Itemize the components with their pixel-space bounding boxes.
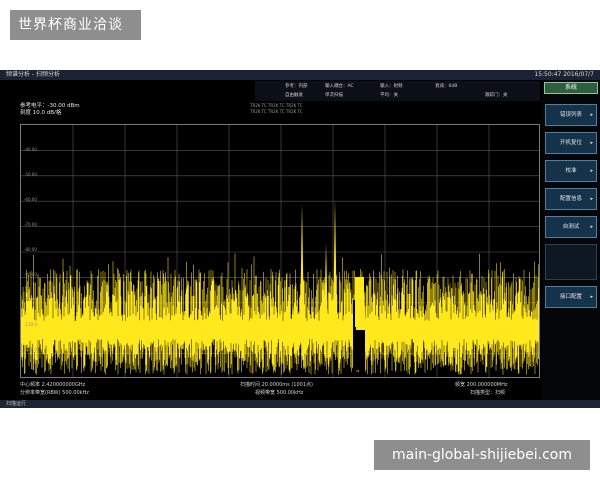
- calibration-button[interactable]: 校准 ▸: [545, 160, 597, 182]
- scale-readout: 刻度 10.0 dB/格: [20, 110, 62, 116]
- arrow-icon: ▸: [590, 140, 593, 146]
- rbw-readout: 分辨率带宽(RBW) 500.00kHz: [20, 390, 89, 396]
- reference-level: 参考电平：-30.00 dBm: [20, 103, 80, 109]
- signal-cluster: [355, 277, 364, 327]
- status-average: 平均：关: [380, 93, 398, 98]
- status-gate: 跟踪门：关: [485, 93, 508, 98]
- interface-config-button[interactable]: 接口配置 ▸: [545, 286, 597, 308]
- watermark-url: main-global-shijiebei.com: [374, 440, 590, 470]
- error-list-button[interactable]: 错误列表 ▸: [545, 104, 597, 126]
- config-info-button[interactable]: 配置信息 ▸: [545, 188, 597, 210]
- app-title: 频谱分析 - 扫频分析: [6, 71, 60, 78]
- status-reference: 参考：内部: [285, 84, 308, 89]
- status-input: 输入：射频: [380, 84, 403, 89]
- y-axis-label: -100.0: [24, 297, 37, 302]
- spectrum-analyzer-screen: 频谱分析 - 扫频分析 15:50:47 2016/07/7 参考：内部 输入耦…: [0, 70, 600, 408]
- arrow-icon: ▸: [590, 224, 593, 230]
- center-frequency: 中心频率 2.420000000GHz: [20, 382, 86, 388]
- self-test-button[interactable]: 自测试 ▸: [545, 216, 597, 238]
- sweep-settings-footer: 中心频率 2.420000000GHz 分辨率带宽(RBW) 500.00kHz…: [0, 380, 540, 398]
- signal-peak: [300, 203, 304, 330]
- sweep-time: 扫描时间 20.0000ms (1001点): [240, 382, 313, 388]
- y-axis-label: -90.00: [24, 272, 37, 277]
- status-attenuation: 衰减：0dB: [435, 84, 458, 89]
- reference-block: 参考电平：-30.00 dBm 刻度 10.0 dB/格: [20, 103, 80, 117]
- spectrum-plot[interactable]: -40.00 -50.00 -60.00 -70.00 -80.00 -90.0…: [20, 124, 540, 378]
- spectrum-trace-canvas: [21, 125, 539, 377]
- signal-peak: [333, 199, 337, 330]
- bottom-status-bar: 扫描运行: [0, 400, 600, 408]
- trace-legend-line: TR2K TC TR2K TC TR2K TC: [250, 109, 303, 114]
- y-axis-label: -120.0: [24, 347, 37, 352]
- trace-legend: TR2K TC TR2K TC TR2K TC TR2K TC TR2K TC …: [250, 103, 303, 115]
- y-axis-label: -50.00: [24, 172, 37, 177]
- status-coupling: 输入耦合：AC: [325, 84, 354, 89]
- sweep-type: 扫描类型：扫频: [470, 390, 506, 396]
- empty-softkey[interactable]: [545, 244, 597, 280]
- page-title: 世界杯商业洽谈: [10, 10, 141, 40]
- noise-floor-trace: [21, 253, 539, 375]
- run-status: 扫描运行: [6, 401, 27, 407]
- status-panel: 参考：内部 输入耦合：AC 输入：射频 衰减：0dB 自由触发 单次扫描 平均：…: [255, 81, 540, 101]
- clock-readout: 15:50:47 2016/07/7: [534, 71, 594, 78]
- arrow-icon: ▸: [590, 196, 593, 202]
- y-axis-label: -70.00: [24, 222, 37, 227]
- status-sweep-mode: 单次扫描: [325, 93, 343, 98]
- y-axis-label: -80.00: [24, 247, 37, 252]
- y-axis-label: -40.00: [24, 147, 37, 152]
- y-axis-label: -60.00: [24, 197, 37, 202]
- window-titlebar: 频谱分析 - 扫频分析 15:50:47 2016/07/7: [0, 70, 600, 80]
- menu-title-system[interactable]: 系统: [544, 82, 598, 94]
- arrow-icon: ▸: [590, 168, 593, 174]
- vbw-readout: 视频带宽 500.00kHz: [255, 390, 304, 396]
- power-on-reset-button[interactable]: 开机复位 ▸: [545, 132, 597, 154]
- softkey-menu: 系统 错误列表 ▸ 开机复位 ▸ 校准 ▸ 配置信息 ▸ 自测试 ▸ 接口配置 ▸: [542, 80, 600, 400]
- status-trigger: 自由触发: [285, 93, 303, 98]
- y-axis-label: -110.0: [24, 322, 37, 327]
- arrow-icon: ▸: [590, 112, 593, 118]
- arrow-icon: ▸: [590, 294, 593, 300]
- span-readout: 频宽 200.000000MHz: [455, 382, 508, 388]
